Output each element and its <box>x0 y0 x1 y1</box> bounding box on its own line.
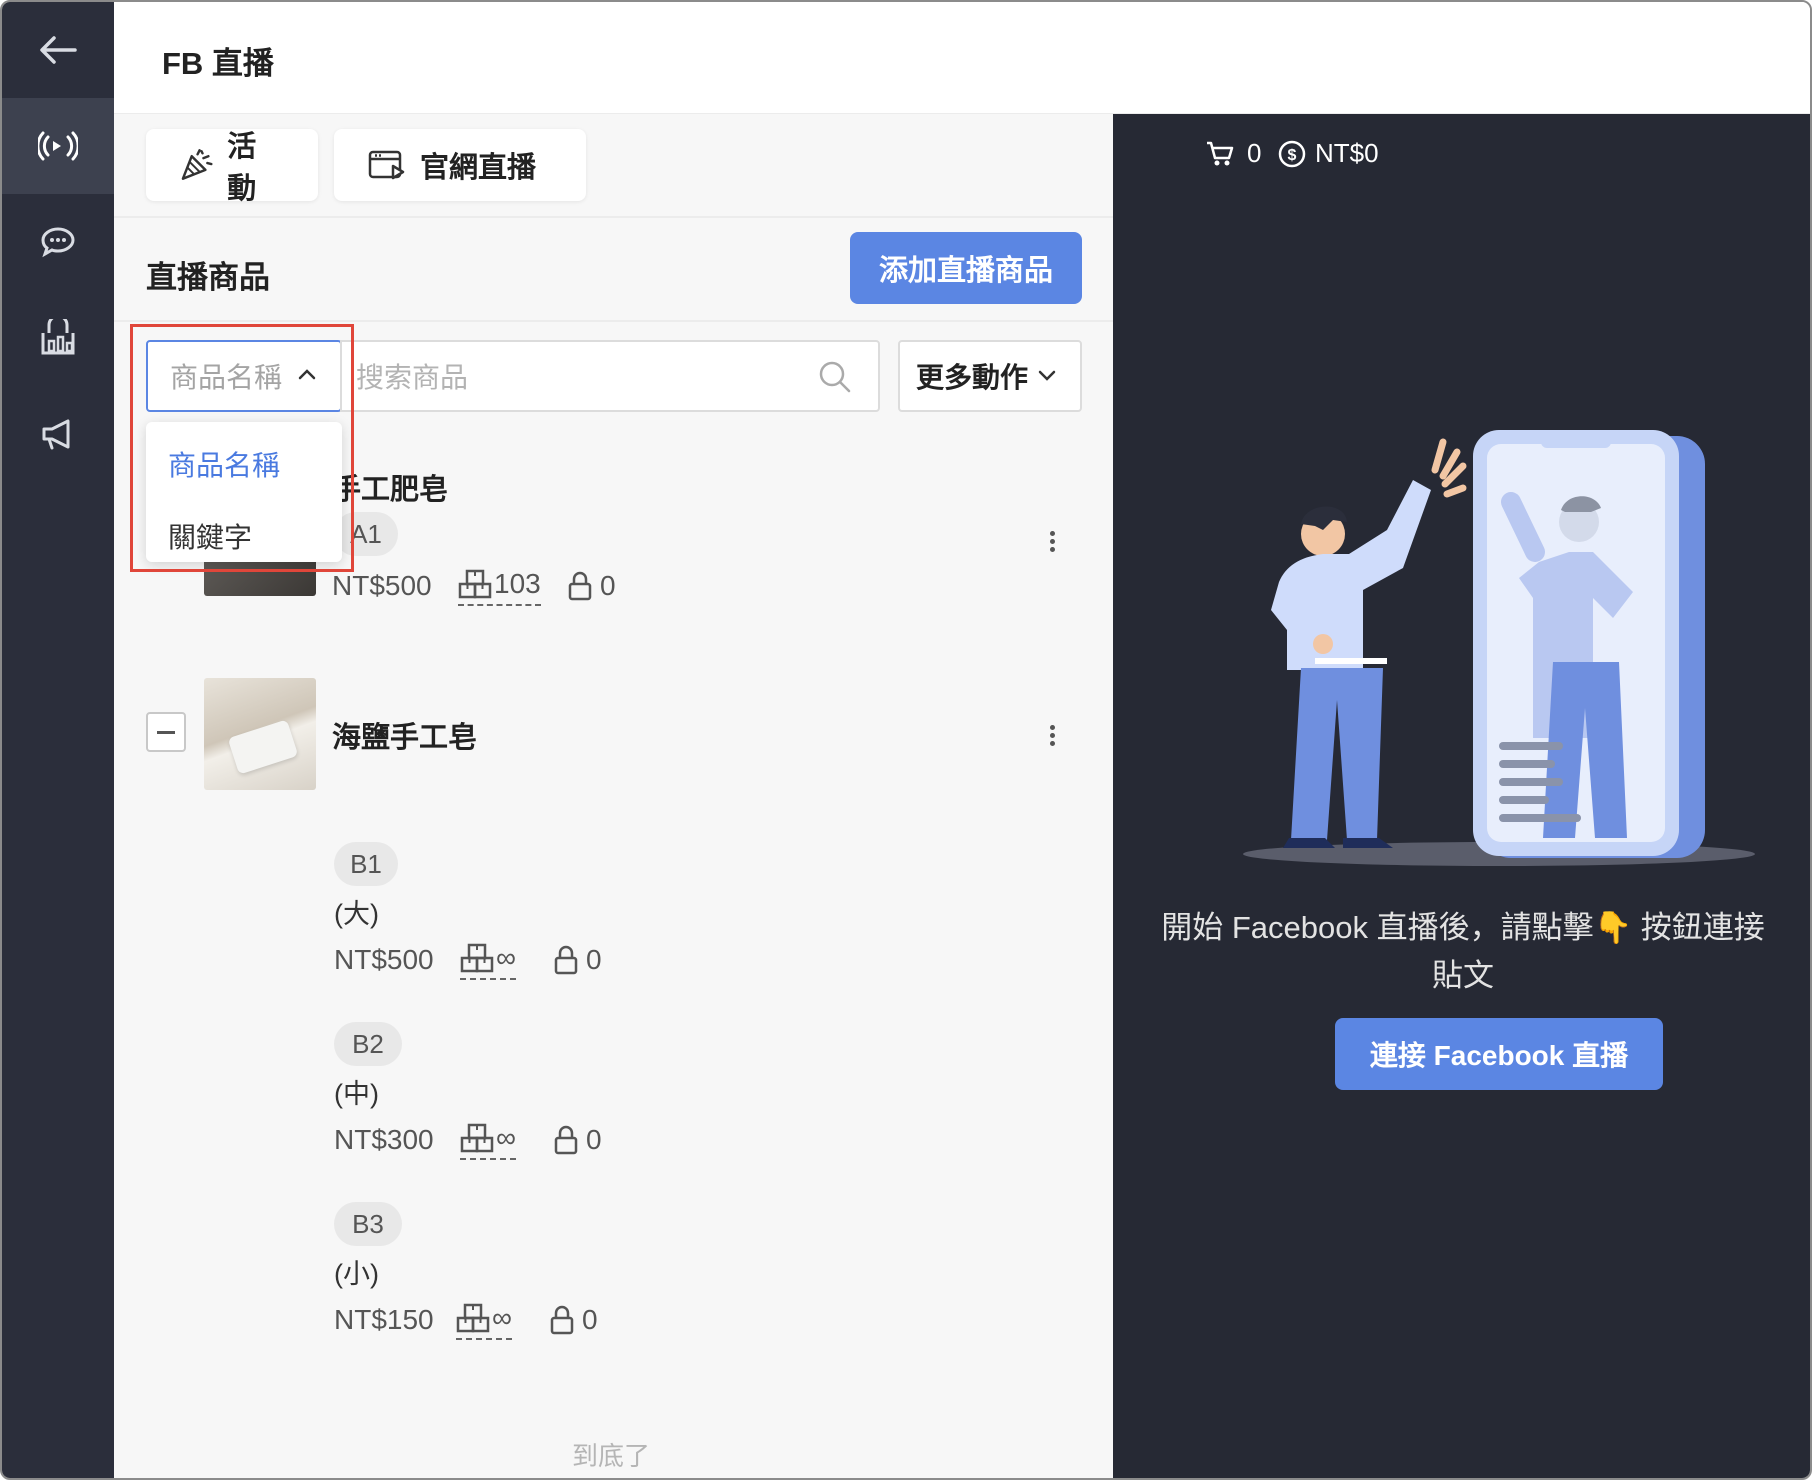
back-button[interactable] <box>2 2 114 98</box>
stock-value: ∞ <box>496 1122 516 1153</box>
app-window: FB 直播 活動 官網直播 直播商品 添加直播商品 商品名稱 搜索商品 更多動作… <box>0 0 1812 1480</box>
search-field-select[interactable]: 商品名稱 <box>146 340 342 412</box>
svg-text:$: $ <box>1288 147 1297 164</box>
sidebar-item-marketing[interactable] <box>2 386 114 482</box>
stock-count[interactable]: ∞ <box>460 1122 516 1160</box>
variant-price: NT$300 <box>334 1124 434 1155</box>
total-amount: NT$0 <box>1315 138 1379 168</box>
store-icon <box>41 319 75 355</box>
more-actions-label: 更多動作 <box>916 362 1029 393</box>
sidebar-item-live[interactable] <box>2 98 114 194</box>
lock-icon <box>568 571 592 601</box>
product-name: 手工肥皂 <box>332 474 449 506</box>
product-menu-button[interactable] <box>1050 528 1058 555</box>
tab-website-live[interactable]: 官網直播 <box>334 129 586 201</box>
page-header: FB 直播 <box>114 2 1810 114</box>
tab-activity-label: 活動 <box>227 131 257 205</box>
sidebar-item-chat[interactable] <box>2 194 114 290</box>
variant-label: (小) <box>334 1259 379 1289</box>
list-end-text: 到底了 <box>572 1441 651 1471</box>
reserved-value: 0 <box>586 1124 602 1155</box>
dollar-circle-icon: $ <box>1278 140 1306 167</box>
page-title: FB 直播 <box>162 46 274 81</box>
search-icon <box>819 361 851 393</box>
boxes-icon <box>458 569 492 599</box>
stock-value: ∞ <box>496 942 516 973</box>
stock-value: 103 <box>494 568 541 599</box>
variant-price: NT$500 <box>332 570 432 601</box>
instruction-text: 開始 Facebook 直播後，請點擊👇 按鈕連接貼文 <box>1161 910 1765 993</box>
boxes-icon <box>456 1303 490 1333</box>
megaphone-icon <box>42 419 70 450</box>
stock-count[interactable]: ∞ <box>456 1302 512 1340</box>
sidebar <box>2 2 114 1478</box>
sku-badge: B3 <box>334 1202 402 1246</box>
search-placeholder: 搜索商品 <box>356 362 469 393</box>
stock-count[interactable]: 103 <box>458 568 541 606</box>
party-popper-icon <box>181 149 213 180</box>
reserved-value: 0 <box>582 1304 598 1335</box>
collapse-variants-button[interactable] <box>146 712 186 752</box>
back-arrow-icon <box>40 36 77 64</box>
add-live-product-button[interactable]: 添加直播商品 <box>850 232 1082 304</box>
sku-badge: A1 <box>334 512 398 556</box>
stock-count[interactable]: ∞ <box>460 942 516 980</box>
reserved-count: 0 <box>554 944 602 976</box>
tab-activity[interactable]: 活動 <box>146 129 318 205</box>
product-thumbnail <box>204 678 316 790</box>
tab-website-live-label: 官網直播 <box>420 152 537 184</box>
total-summary: $ NT$0 <box>1277 138 1379 169</box>
lock-icon <box>554 945 578 975</box>
tab-bar: 活動 官網直播 <box>114 114 1113 218</box>
search-field-dropdown: 商品名稱 關鍵字 <box>146 422 342 562</box>
sidebar-item-store[interactable] <box>2 290 114 386</box>
lock-icon <box>550 1305 574 1335</box>
boxes-icon <box>460 943 494 973</box>
reserved-value: 0 <box>586 944 602 975</box>
variant-price: NT$150 <box>334 1304 434 1335</box>
product-name: 海鹽手工皂 <box>332 722 478 754</box>
lock-icon <box>554 1125 578 1155</box>
live-broadcast-icon <box>38 131 78 161</box>
cart-icon <box>1207 141 1234 165</box>
connect-facebook-live-button[interactable]: 連接 Facebook 直播 <box>1335 1018 1663 1090</box>
variant-label: (中) <box>334 1079 379 1109</box>
sku-badge: B2 <box>334 1022 402 1066</box>
variant-price: NT$500 <box>334 944 434 975</box>
dropdown-option-product-name[interactable]: 商品名稱 <box>168 444 280 484</box>
product-menu-button[interactable] <box>1050 722 1058 749</box>
browser-play-icon <box>368 150 405 180</box>
search-input[interactable]: 搜索商品 <box>340 340 880 412</box>
sku-badge: B1 <box>334 842 398 886</box>
section-header: 直播商品 添加直播商品 <box>114 218 1113 322</box>
more-actions-button[interactable]: 更多動作 <box>898 340 1082 412</box>
chat-bubble-icon <box>41 227 75 258</box>
live-preview-panel: 0 $ NT$0 開始 Facebook 直播後，請點擊👇 按鈕連接貼文 連接 … <box>1113 114 1810 1478</box>
stock-value: ∞ <box>492 1302 512 1333</box>
reserved-count: 0 <box>550 1304 598 1336</box>
search-field-select-value: 商品名稱 <box>170 362 283 393</box>
product-panel: 活動 官網直播 直播商品 添加直播商品 商品名稱 搜索商品 更多動作 手工肥皂 <box>114 114 1113 1478</box>
dropdown-option-keyword[interactable]: 關鍵字 <box>168 516 252 556</box>
reserved-count: 0 <box>554 1124 602 1156</box>
cart-summary: 0 <box>1205 138 1261 169</box>
live-illustration <box>1243 430 1755 866</box>
chevron-up-icon <box>298 369 316 380</box>
reserved-count: 0 <box>568 570 616 602</box>
chevron-down-icon <box>1038 370 1056 381</box>
variant-label: (大) <box>334 899 379 929</box>
reserved-value: 0 <box>600 570 616 601</box>
section-title: 直播商品 <box>146 260 270 295</box>
boxes-icon <box>460 1123 494 1153</box>
cart-count: 0 <box>1247 138 1262 168</box>
